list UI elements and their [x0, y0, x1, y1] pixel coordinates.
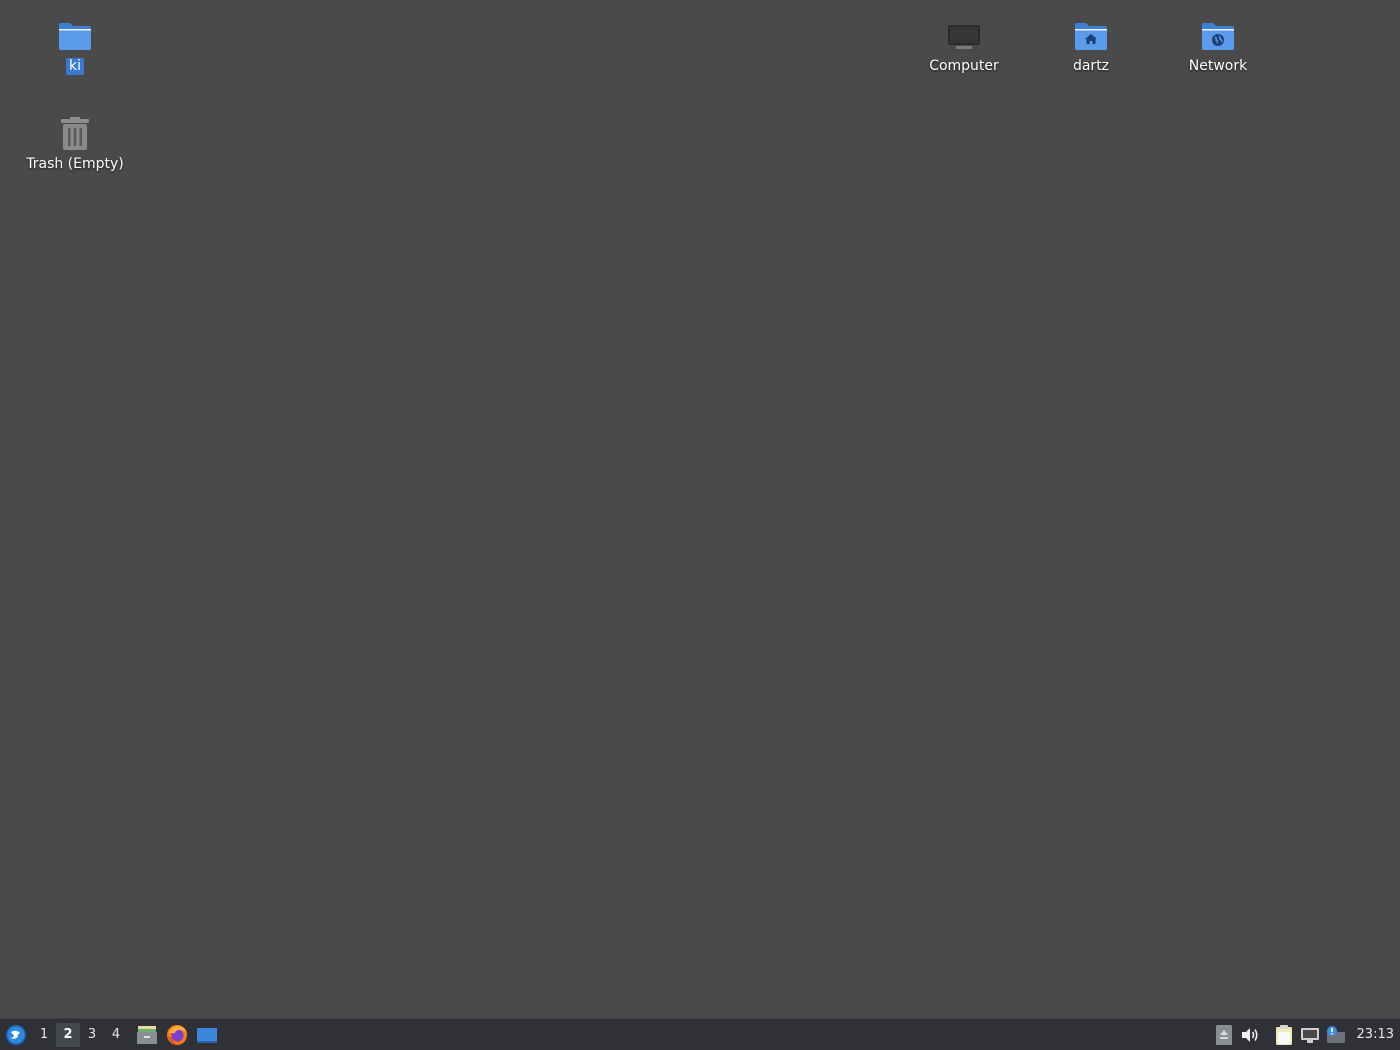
desktop-icon-label: ki	[66, 58, 84, 75]
file-manager-launcher[interactable]	[132, 1020, 162, 1050]
network-status-icon	[1300, 1027, 1319, 1043]
folder-icon	[55, 16, 95, 56]
clipboard-tray[interactable]	[1271, 1020, 1297, 1050]
eject-tray[interactable]	[1211, 1020, 1237, 1050]
show-desktop-launcher[interactable]	[192, 1020, 222, 1050]
desktop-icon-trash[interactable]: Trash (Empty)	[20, 114, 130, 173]
firefox-icon	[167, 1024, 187, 1045]
desktop[interactable]: ki Trash (Empty) Computer dartz Network	[0, 0, 1400, 1018]
file-manager-icon	[137, 1025, 157, 1044]
notification-icon	[1326, 1025, 1345, 1043]
desktop-icon-label: Trash (Empty)	[26, 156, 124, 172]
workspace-2[interactable]: 2	[56, 1022, 80, 1047]
firefox-launcher[interactable]	[162, 1020, 192, 1050]
notification-tray[interactable]	[1323, 1020, 1349, 1050]
home-folder-icon	[1071, 16, 1111, 56]
volume-tray[interactable]	[1237, 1020, 1263, 1050]
start-menu-button[interactable]	[0, 1019, 32, 1050]
desktop-icon-dartz[interactable]: dartz	[1036, 16, 1146, 75]
desktop-icon-label: Computer	[929, 58, 999, 74]
workspace-1[interactable]: 1	[32, 1023, 56, 1047]
trash-icon	[55, 114, 95, 154]
show-desktop-icon	[197, 1027, 217, 1043]
volume-icon	[1241, 1027, 1258, 1042]
desktop-icon-computer[interactable]: Computer	[909, 16, 1019, 75]
clipboard-icon	[1275, 1024, 1292, 1045]
desktop-icon-label: Network	[1188, 58, 1248, 74]
start-menu-icon	[6, 1024, 26, 1045]
desktop-icon-network[interactable]: Network	[1163, 16, 1273, 75]
computer-icon	[944, 16, 984, 56]
network-folder-icon	[1198, 16, 1238, 56]
desktop-icon-label: dartz	[1072, 58, 1110, 74]
workspace-4[interactable]: 4	[104, 1023, 128, 1047]
clock[interactable]: 23:13	[1357, 1027, 1394, 1042]
network-status-tray[interactable]	[1297, 1020, 1323, 1050]
eject-icon	[1215, 1024, 1232, 1045]
workspace-3[interactable]: 3	[80, 1023, 104, 1047]
desktop-icon-ki[interactable]: ki	[20, 16, 130, 75]
taskbar: 1 2 3 4 23:13	[0, 1018, 1400, 1050]
